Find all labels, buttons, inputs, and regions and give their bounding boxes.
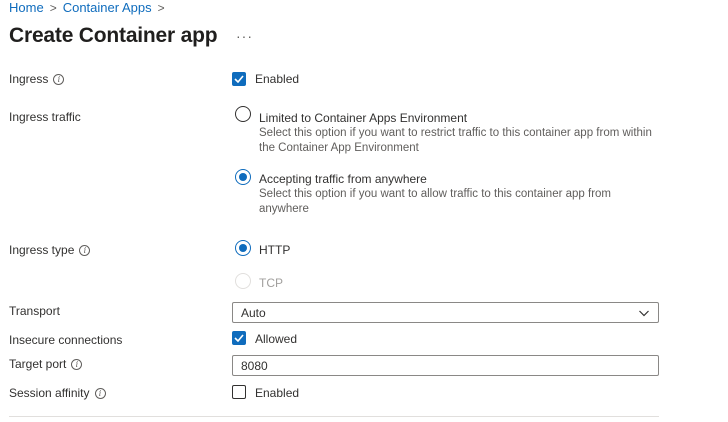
ingress-label-text: Ingress — [9, 72, 49, 86]
transport-selected-value: Auto — [241, 305, 266, 320]
more-options-button[interactable]: ··· — [236, 28, 253, 44]
limited-option-label: Limited to Container Apps Environment — [259, 111, 468, 125]
info-icon[interactable]: i — [79, 244, 91, 256]
tcp-option-label: TCP — [259, 276, 283, 290]
ingress-traffic-label-text: Ingress traffic — [9, 110, 81, 124]
limited-option-description: Select this option if you want to restri… — [259, 127, 652, 154]
anywhere-option-label: Accepting traffic from anywhere — [259, 172, 427, 186]
info-icon[interactable]: i — [94, 387, 106, 399]
insecure-connections-allowed-label: Allowed — [255, 332, 298, 346]
checkmark-icon — [234, 75, 244, 83]
insecure-connections-label-text: Insecure connections — [9, 333, 123, 347]
transport-label: Transport — [9, 304, 60, 318]
transport-label-text: Transport — [9, 304, 60, 318]
ingress-enabled-label: Enabled — [255, 72, 300, 86]
ingress-enabled-checkbox[interactable] — [232, 72, 246, 86]
insecure-connections-checkbox[interactable] — [232, 331, 246, 345]
session-affinity-label: Session affinity i — [9, 386, 106, 400]
info-icon[interactable]: i — [71, 358, 83, 370]
anywhere-option-description: Select this option if you want to allow … — [259, 188, 611, 215]
breadcrumb-container-apps-link[interactable]: Container Apps — [63, 0, 152, 15]
session-affinity-checkbox[interactable] — [232, 385, 246, 399]
transport-dropdown[interactable]: Auto — [232, 302, 659, 323]
breadcrumb-home-link[interactable]: Home — [9, 0, 44, 15]
ingress-traffic-label: Ingress traffic — [9, 110, 81, 124]
chevron-down-icon — [639, 310, 649, 317]
ingress-type-label-text: Ingress type — [9, 243, 75, 257]
target-port-value: 8080 — [241, 358, 268, 373]
radio-limited-to-environment[interactable] — [235, 106, 251, 122]
http-option-label: HTTP — [259, 243, 291, 257]
session-affinity-label-text: Session affinity — [9, 386, 90, 400]
ingress-type-label: Ingress type i — [9, 243, 91, 257]
target-port-input[interactable]: 8080 — [232, 355, 659, 376]
page-title: Create Container app — [9, 24, 218, 47]
info-icon[interactable]: i — [53, 73, 65, 85]
breadcrumb-separator: > — [157, 0, 165, 15]
breadcrumb: Home > Container Apps > — [9, 0, 171, 15]
breadcrumb-separator: > — [49, 0, 57, 15]
section-divider — [9, 416, 659, 417]
radio-tcp[interactable] — [235, 273, 251, 289]
session-affinity-enabled-label: Enabled — [255, 386, 300, 400]
checkmark-icon — [234, 334, 244, 342]
target-port-label: Target port i — [9, 357, 83, 371]
target-port-label-text: Target port — [9, 357, 67, 371]
radio-accepting-from-anywhere[interactable] — [235, 169, 251, 185]
radio-http[interactable] — [235, 240, 251, 256]
insecure-connections-label: Insecure connections — [9, 333, 122, 347]
ingress-label: Ingress i — [9, 72, 65, 86]
